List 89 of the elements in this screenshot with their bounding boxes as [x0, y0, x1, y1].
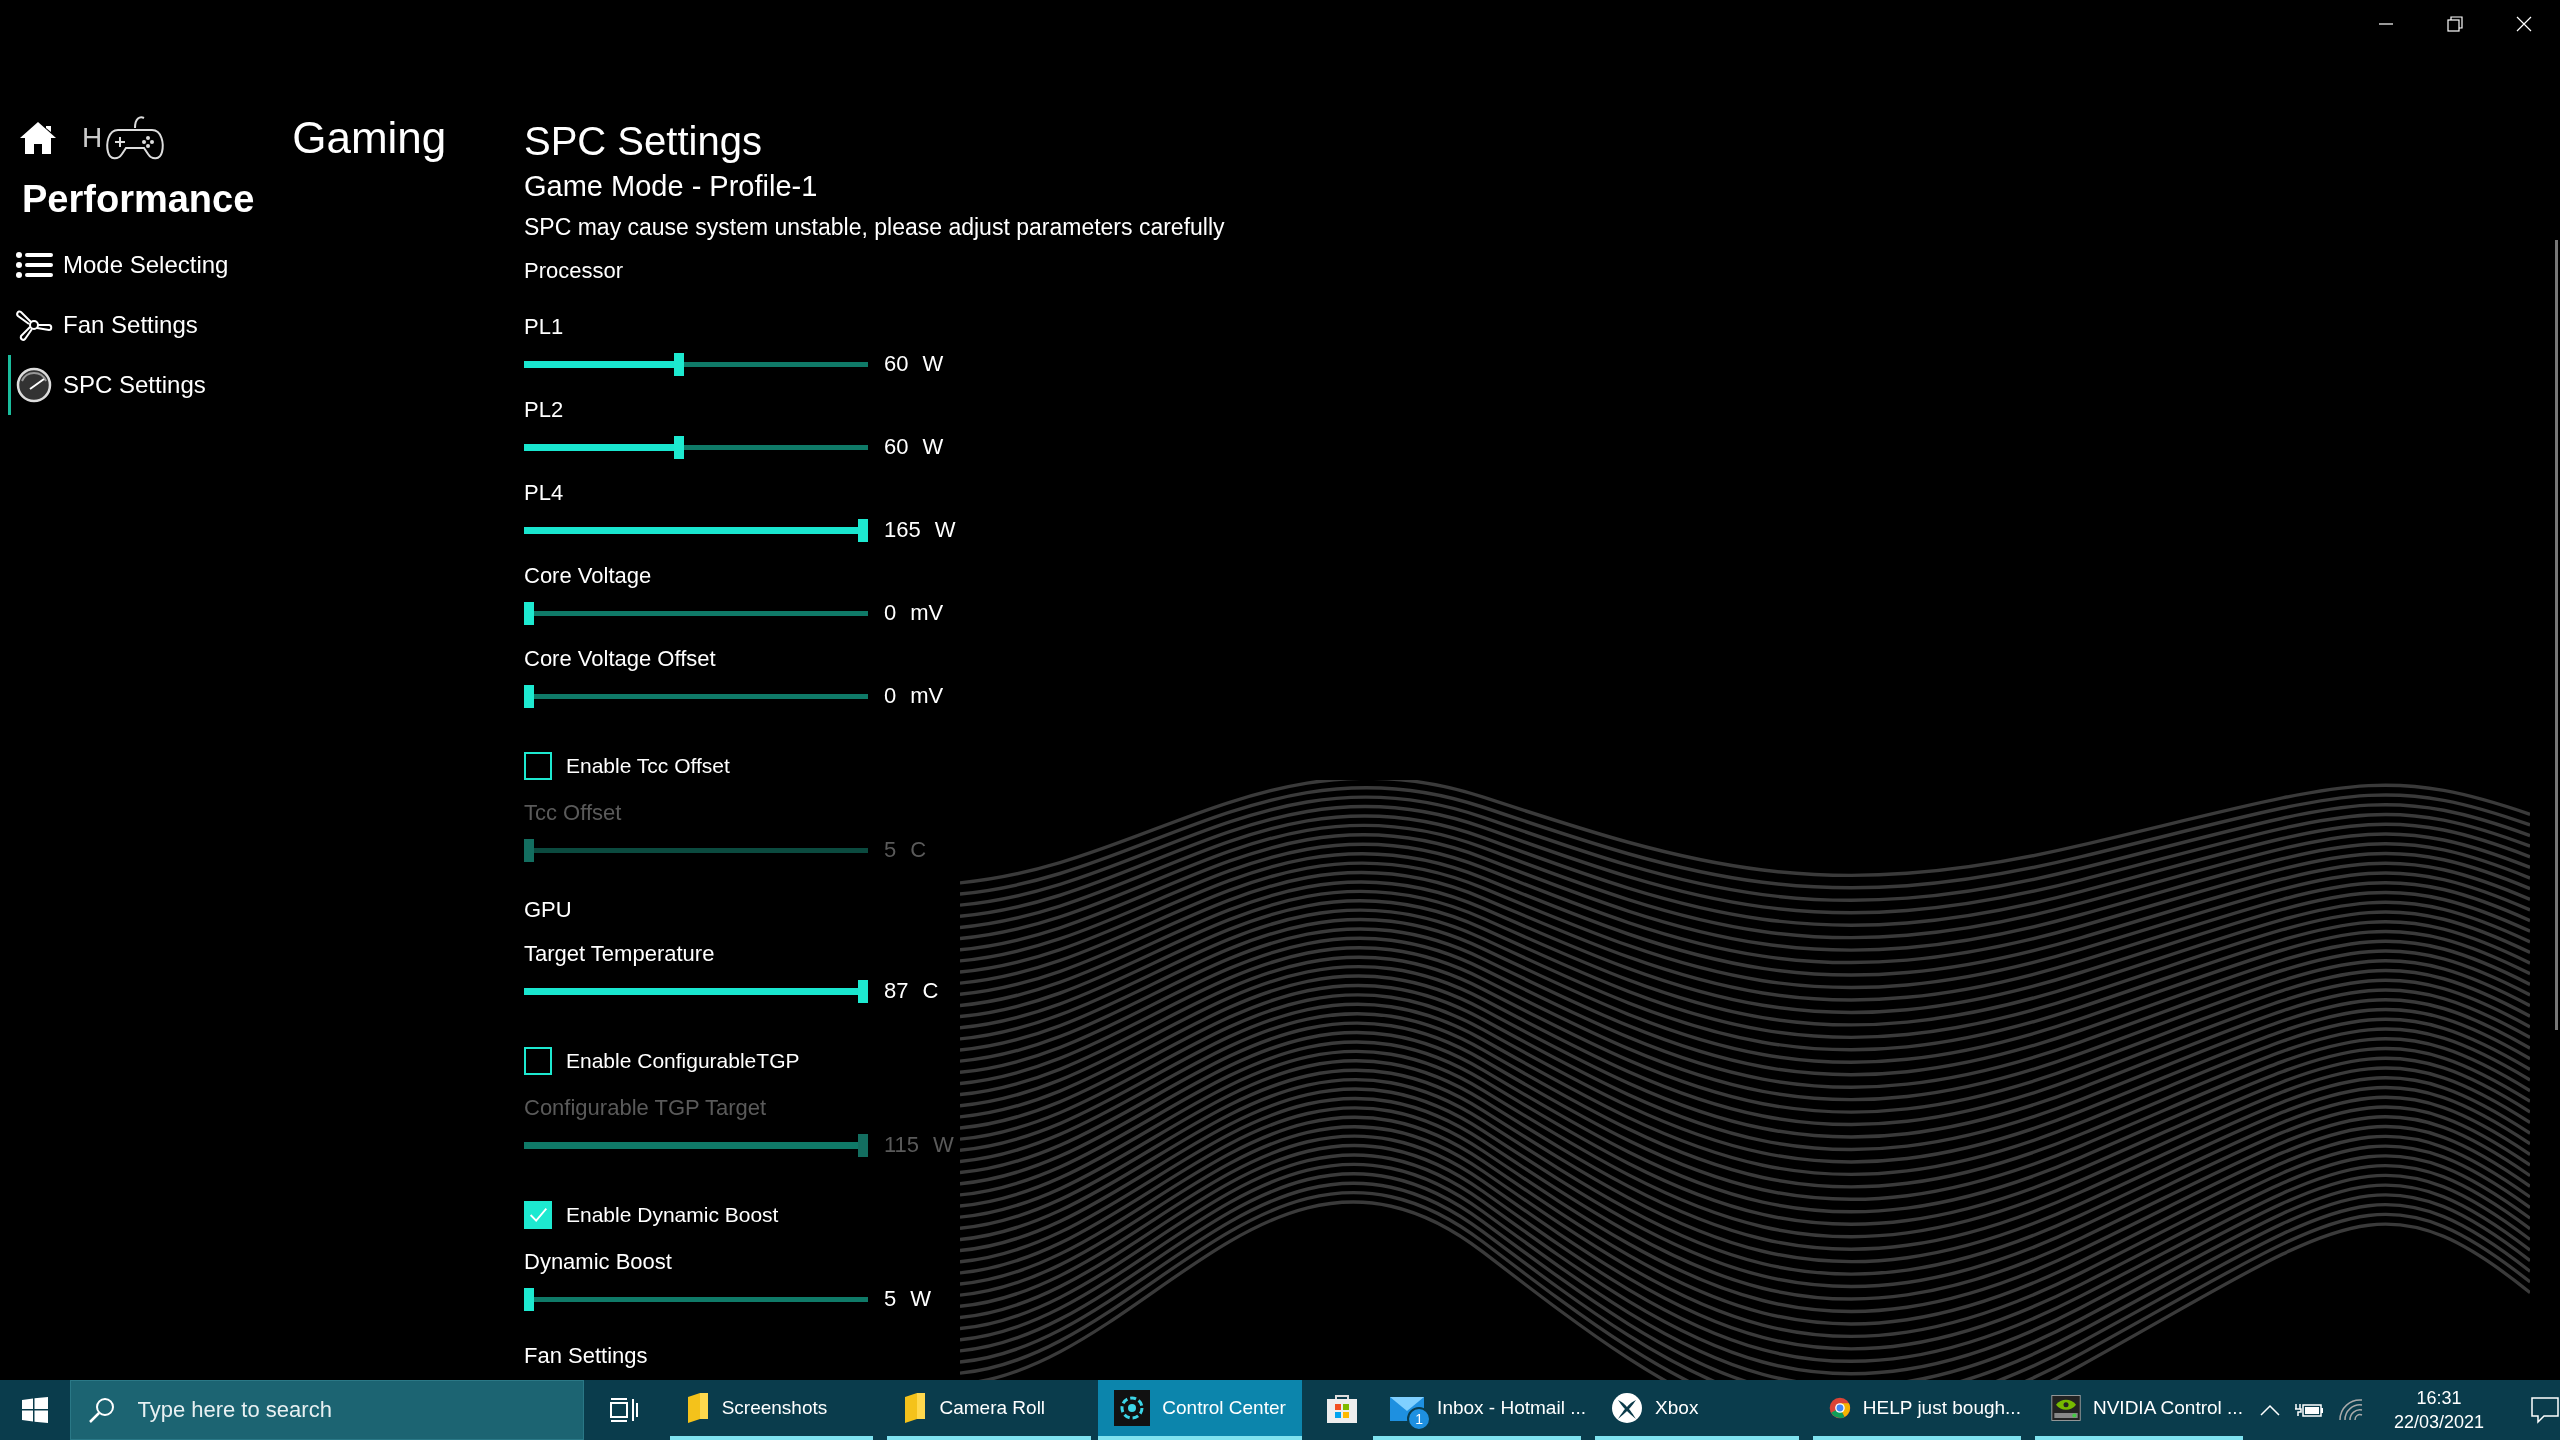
slider-unit: W — [910, 1286, 931, 1312]
home-label[interactable]: H — [82, 122, 103, 154]
chevron-up-icon[interactable] — [2259, 1404, 2280, 1416]
settings-title: SPC Settings — [524, 118, 763, 165]
slider-unit: C — [922, 978, 939, 1004]
graphics-app-icon — [2050, 1392, 2081, 1424]
slider-value: 60 — [884, 351, 909, 377]
slider-label: Core Voltage — [524, 562, 653, 590]
group-heading: GPU — [524, 896, 573, 924]
slider[interactable] — [524, 352, 868, 376]
slider-unit: C — [910, 837, 927, 863]
slider[interactable] — [524, 601, 868, 625]
section-title: Performance — [22, 178, 256, 221]
clock[interactable]: 16:31 22/03/2021 — [2393, 1386, 2484, 1434]
slider-value: 115 — [884, 1132, 920, 1158]
slider-unit: W — [934, 517, 956, 543]
list-icon — [15, 251, 53, 279]
slider-label: Core Voltage Offset — [524, 645, 717, 673]
checkbox[interactable] — [524, 1047, 552, 1075]
folder-icon — [685, 1393, 710, 1423]
taskbar-app[interactable]: NVIDIA Control ... — [2034, 1380, 2243, 1440]
windows-icon — [22, 1397, 49, 1423]
slider[interactable] — [524, 1287, 868, 1311]
slider-label: PL2 — [524, 396, 565, 424]
taskbar-app[interactable]: Control Center — [1098, 1380, 1303, 1440]
slider-thumb[interactable] — [674, 435, 685, 459]
swirl-icon — [1114, 1390, 1151, 1426]
scrollbar[interactable] — [2555, 240, 2558, 1030]
slider-unit: W — [922, 351, 944, 377]
slider[interactable] — [524, 838, 868, 862]
checkbox-label[interactable]: Enable ConfigurableTGP — [566, 1049, 800, 1073]
slider-thumb[interactable] — [524, 1287, 534, 1311]
slider-label: Dynamic Boost — [524, 1248, 673, 1276]
slider[interactable] — [524, 1133, 868, 1157]
slider-value: 0 — [884, 683, 897, 709]
checkbox-label[interactable]: Enable Dynamic Boost — [566, 1203, 779, 1227]
taskbar-app[interactable]: HELP just bough... — [1812, 1380, 2021, 1440]
slider-unit: mV — [910, 600, 944, 626]
slider-value: 5 — [884, 1286, 897, 1312]
nav-item[interactable]: Fan Settings — [8, 295, 524, 355]
checkbox-label[interactable]: Enable Tcc Offset — [566, 754, 730, 778]
slider-unit: mV — [910, 683, 944, 709]
xbox-icon — [1611, 1392, 1644, 1424]
slider[interactable] — [524, 684, 868, 708]
slider-label: PL4 — [524, 479, 565, 507]
slider-value: 165 — [884, 517, 921, 543]
slider-label: Configurable TGP Target — [524, 1094, 768, 1122]
slider-label: PL1 — [524, 313, 565, 341]
restore-icon[interactable] — [2447, 16, 2463, 32]
wifi-icon[interactable] — [2337, 1398, 2364, 1422]
gamepad-icon[interactable] — [104, 114, 167, 162]
close-icon[interactable] — [2516, 16, 2532, 32]
notification-icon[interactable] — [2530, 1396, 2560, 1424]
nav-item[interactable]: Mode Selecting — [8, 235, 524, 295]
unread-badge: 1 — [1407, 1407, 1432, 1431]
slider-value: 60 — [884, 434, 909, 460]
group-heading: Processor — [524, 257, 625, 285]
profile-title: Game Mode - Profile-1 — [524, 169, 819, 204]
group-heading: Fan Settings — [524, 1342, 649, 1370]
taskbar-app[interactable]: Xbox — [1595, 1380, 1799, 1440]
page-title: Gaming — [292, 113, 447, 163]
slider[interactable] — [524, 435, 868, 459]
slider-label: Target Temperature — [524, 940, 716, 968]
search-icon — [88, 1396, 117, 1424]
slider-value: 5 — [884, 837, 897, 863]
slider-thumb[interactable] — [858, 979, 868, 1003]
slider[interactable] — [524, 518, 868, 542]
home-icon[interactable] — [18, 120, 58, 156]
slider-value: 0 — [884, 600, 897, 626]
nav-item[interactable]: SPC Settings — [8, 355, 524, 415]
task-view-icon — [608, 1397, 639, 1423]
slider-value: 87 — [884, 978, 909, 1004]
taskbar-app[interactable]: Camera Roll — [887, 1380, 1092, 1440]
gauge-icon — [15, 367, 53, 403]
search-field[interactable]: Type here to search — [70, 1380, 585, 1440]
slider[interactable] — [524, 979, 868, 1003]
slider-thumb[interactable] — [524, 684, 534, 708]
slider-thumb[interactable] — [858, 518, 868, 542]
warning-text: SPC may cause system unstable, please adjust parameters carefully — [524, 213, 1226, 242]
folder-icon — [903, 1393, 928, 1423]
slider-unit: W — [933, 1132, 954, 1158]
taskbar-app[interactable]: Screenshots — [669, 1380, 874, 1440]
checkbox[interactable] — [524, 1201, 552, 1229]
checkbox[interactable] — [524, 752, 552, 780]
slider-thumb[interactable] — [674, 352, 685, 376]
slider-label: Tcc Offset — [524, 799, 623, 827]
slider-thumb[interactable] — [524, 601, 534, 625]
fan-icon — [15, 308, 53, 342]
slider-unit: W — [922, 434, 944, 460]
